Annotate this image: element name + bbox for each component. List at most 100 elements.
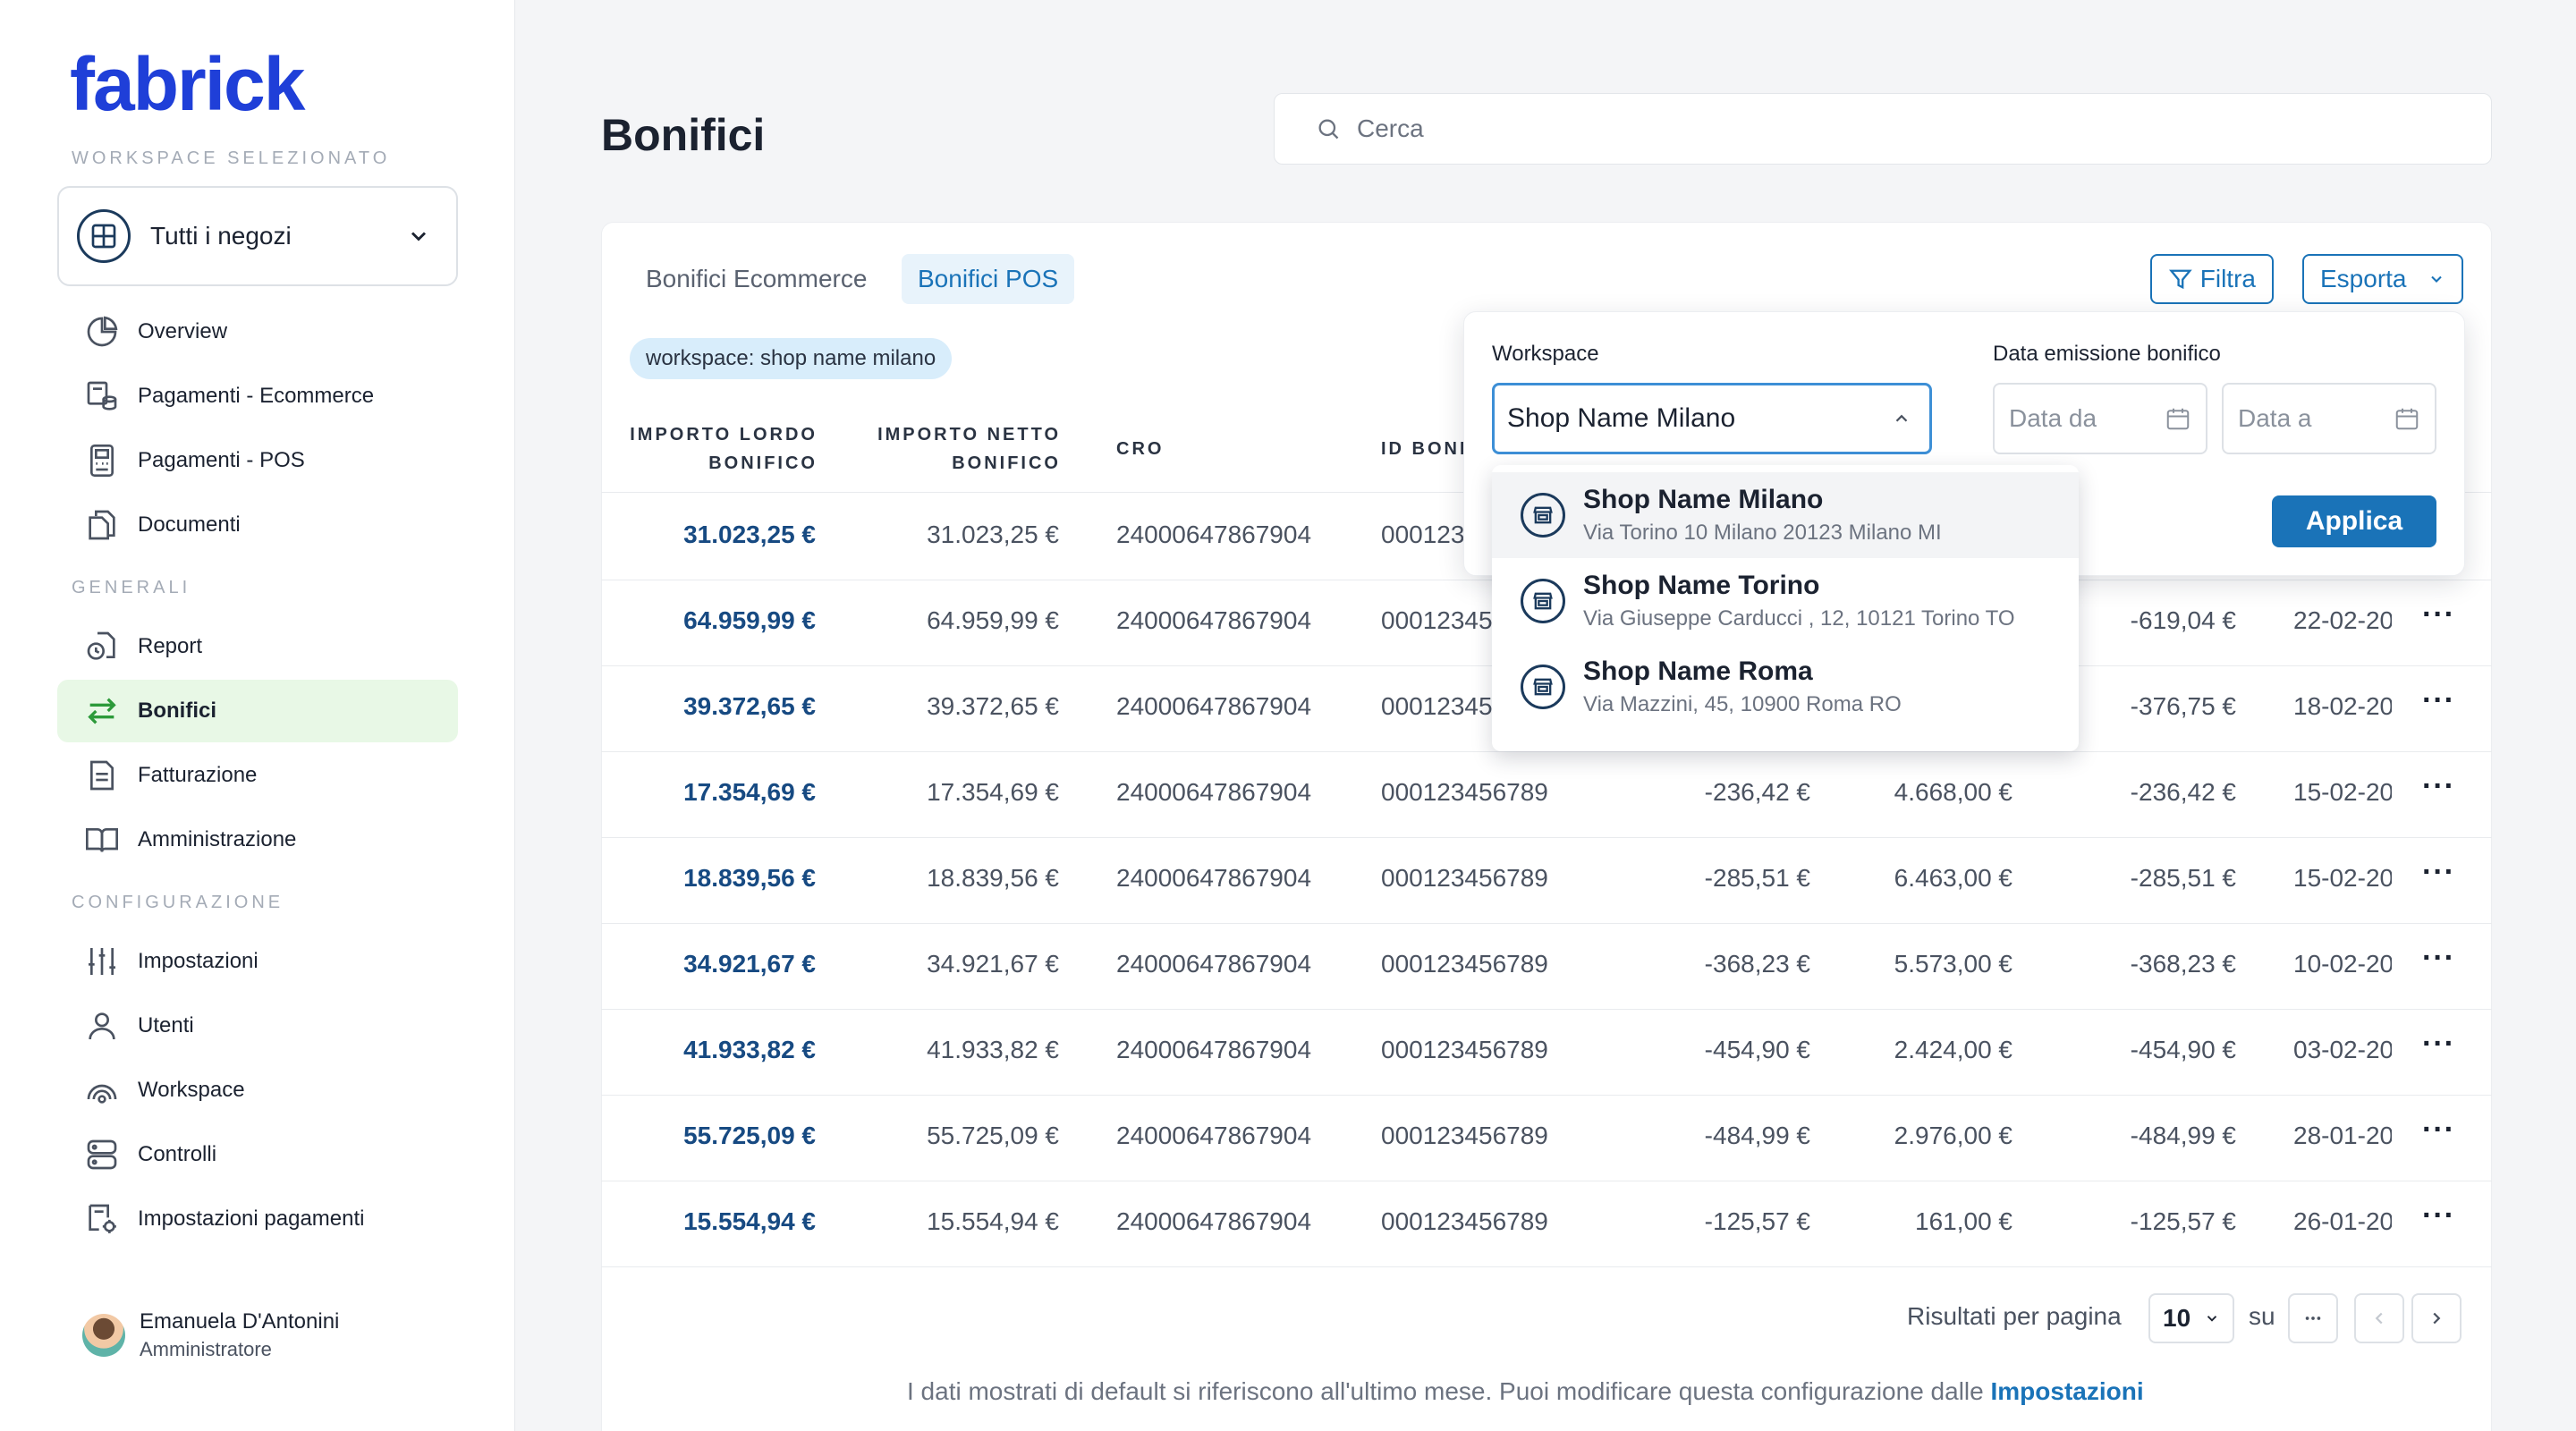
calendar-icon [2166, 408, 2190, 430]
column-header-importo-lordo[interactable]: IMPORTO LORDO BONIFICO [626, 420, 818, 478]
workspace-selector-value: Tutti i negozi [150, 222, 292, 250]
user-icon [89, 1012, 115, 1040]
tab-bonifici-pos[interactable]: Bonifici POS [902, 254, 1075, 304]
store-icon [1521, 493, 1565, 538]
pagination-more-button[interactable] [2288, 1293, 2338, 1343]
column-header-importo-netto[interactable]: IMPORTO NETTO BONIFICO [859, 420, 1061, 478]
dropdown-option-shop-roma[interactable]: Shop Name Roma Via Mazzini, 45, 10900 Ro… [1492, 644, 2079, 730]
cell-id: 000123456789 [1381, 1207, 1548, 1235]
page-size-select[interactable]: 10 [2148, 1293, 2234, 1343]
search-icon [1318, 119, 1339, 140]
row-divider [601, 837, 2492, 838]
cell-id: 000123456789 [1381, 1122, 1548, 1149]
column-header-cro[interactable]: CRO [1116, 435, 1164, 463]
date-from-input[interactable]: Data da [1993, 383, 2207, 454]
cell-c6: 161,00 € [1915, 1207, 2012, 1235]
pagination-label: Risultati per pagina [1907, 1302, 2122, 1330]
row-divider [601, 1095, 2492, 1096]
option-address: Via Mazzini, 45, 10900 Roma RO [1583, 692, 1902, 716]
user-profile[interactable]: Emanuela D'Antonini Amministratore [82, 1309, 339, 1361]
sidebar-item-controlli[interactable]: Controlli [57, 1123, 458, 1186]
export-button[interactable]: Esporta [2302, 254, 2463, 304]
sidebar-item-documenti[interactable]: Documenti [57, 494, 458, 556]
dropdown-option-shop-torino[interactable]: Shop Name Torino Via Giuseppe Carducci ,… [1492, 558, 2079, 644]
cell-c7: -125,57 € [2130, 1207, 2236, 1235]
user-name: Emanuela D'Antonini [140, 1309, 340, 1334]
cell-c5: -484,99 € [1704, 1122, 1810, 1149]
cell-lordo: 41.933,82 € [683, 1036, 816, 1063]
sidebar-item-pagamenti-ecommerce[interactable]: Pagamenti - Ecommerce [57, 365, 458, 428]
store-icon [1521, 579, 1565, 623]
row-actions-button[interactable]: ··· [2422, 855, 2455, 890]
active-filter-chip[interactable]: workspace: shop name milano [630, 338, 953, 379]
search-placeholder: Cerca [1357, 114, 1424, 142]
header-line: IMPORTO NETTO [877, 425, 1061, 445]
dropdown-option-shop-milano[interactable]: Shop Name Milano Via Torino 10 Milano 20… [1492, 472, 2079, 558]
sidebar-item-pagamenti-pos[interactable]: Pagamenti - POS [57, 429, 458, 492]
row-actions-button[interactable]: ··· [2422, 1198, 2455, 1233]
row-actions-button[interactable]: ··· [2422, 597, 2455, 632]
cell-c7: -484,99 € [2130, 1122, 2236, 1149]
row-actions-button[interactable]: ··· [2422, 1027, 2455, 1062]
sidebar-item-workspace[interactable]: Workspace [57, 1059, 458, 1122]
sidebar-item-impostazioni[interactable]: Impostazioni [57, 930, 458, 993]
export-button-label: Esporta [2320, 265, 2407, 292]
fabrick-logo[interactable]: fabrick [70, 47, 305, 122]
sidebar-item-impostazioni-pagamenti[interactable]: Impostazioni pagamenti [57, 1188, 458, 1250]
cell-lordo: 55.725,09 € [683, 1122, 816, 1149]
tab-bonifici-ecommerce[interactable]: Bonifici Ecommerce [630, 254, 883, 304]
cell-netto: 18.839,56 € [927, 864, 1059, 892]
cell-cro: 24000647867904 [1116, 778, 1312, 806]
cell-date: 18-02-20 [2293, 692, 2392, 720]
cell-cro: 24000647867904 [1116, 1207, 1312, 1235]
cell-date: 15-02-20 [2293, 864, 2392, 892]
workspace-selector[interactable]: Tutti i negozi [57, 186, 458, 286]
invoice-icon [90, 760, 114, 791]
cell-netto: 15.554,94 € [927, 1207, 1059, 1235]
sidebar-item-overview[interactable]: Overview [57, 301, 458, 363]
row-actions-button[interactable]: ··· [2422, 683, 2455, 718]
filter-button[interactable]: Filtra [2150, 254, 2274, 304]
cell-netto: 31.023,25 € [927, 521, 1059, 548]
cell-id: 00012345 [1381, 692, 1493, 720]
grid-icon [77, 209, 131, 263]
cell-cro: 24000647867904 [1116, 1036, 1312, 1063]
row-actions-button[interactable]: ··· [2422, 1113, 2455, 1147]
column-header-id-bonifico[interactable]: ID BONI [1381, 435, 1468, 463]
impostazioni-link[interactable]: Impostazioni [1991, 1377, 2144, 1405]
cell-netto: 55.725,09 € [927, 1122, 1059, 1149]
sidebar-item-bonifici[interactable]: Bonifici [57, 680, 458, 742]
server-icon [87, 1139, 117, 1170]
sidebar-item-label: Pagamenti - POS [138, 448, 305, 472]
cell-cro: 24000647867904 [1116, 606, 1312, 634]
sidebar-item-fatturazione[interactable]: Fatturazione [57, 744, 458, 807]
apply-filter-button[interactable]: Applica [2272, 495, 2436, 547]
sidebar-item-label: Workspace [138, 1078, 245, 1102]
pagination-prev-button[interactable] [2354, 1293, 2404, 1343]
pos-terminal-icon [90, 445, 114, 477]
date-to-input[interactable]: Data a [2222, 383, 2436, 454]
cell-lordo: 18.839,56 € [683, 864, 816, 892]
cell-cro: 24000647867904 [1116, 692, 1312, 720]
sidebar-item-label: Impostazioni pagamenti [138, 1207, 365, 1231]
sidebar-item-label: Bonifici [138, 699, 216, 723]
cell-netto: 34.921,67 € [927, 950, 1059, 978]
search-input[interactable]: Cerca [1274, 93, 2492, 165]
sidebar-item-utenti[interactable]: Utenti [57, 995, 458, 1057]
cell-cro: 24000647867904 [1116, 1122, 1312, 1149]
sidebar-item-label: Controlli [138, 1142, 217, 1166]
pagination-next-button[interactable] [2411, 1293, 2462, 1343]
pagination-su: su [2249, 1302, 2275, 1330]
row-actions-button[interactable]: ··· [2422, 941, 2455, 976]
row-actions-button[interactable]: ··· [2422, 769, 2455, 804]
chevron-down-icon [2207, 1316, 2217, 1322]
workspace-filter-select[interactable]: Shop Name Milano [1492, 383, 1932, 454]
cell-date: 15-02-20 [2293, 778, 2392, 806]
cell-id: 000123456789 [1381, 864, 1548, 892]
cell-date: 10-02-20 [2293, 950, 2392, 978]
filter-button-label: Filtra [2199, 265, 2256, 292]
row-divider [601, 923, 2492, 924]
note-text: I dati mostrati di default si riferiscon… [907, 1377, 1991, 1405]
sidebar-item-amministrazione[interactable]: Amministrazione [57, 809, 458, 871]
sidebar-item-report[interactable]: Report [57, 615, 458, 678]
